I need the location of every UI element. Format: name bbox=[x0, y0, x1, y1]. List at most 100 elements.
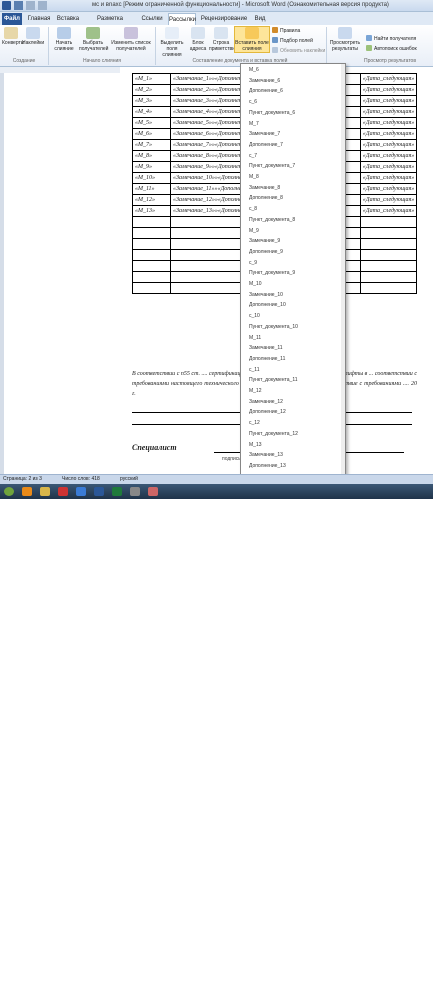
highlight-icon bbox=[165, 27, 179, 39]
merge-field-option[interactable]: c_6 bbox=[249, 99, 257, 105]
merge-field-option[interactable]: Дополнение_8 bbox=[249, 195, 283, 201]
merge-field-option[interactable]: Пункт_документа_8 bbox=[249, 217, 295, 223]
merge-field-option[interactable]: c_12 bbox=[249, 420, 260, 426]
tab-page-layout[interactable]: Разметка страницы bbox=[84, 13, 136, 34]
labels-icon bbox=[26, 27, 40, 39]
merge-field-option[interactable]: M_10 bbox=[249, 281, 262, 287]
save-icon[interactable] bbox=[14, 1, 23, 10]
address-block-button[interactable]: Блок адреса bbox=[189, 27, 207, 52]
date-field: «Дата_следующая» bbox=[362, 208, 415, 214]
merge-field-option[interactable]: Замечание_8 bbox=[249, 185, 280, 191]
greeting-line-button[interactable]: Строка приветствия bbox=[209, 27, 238, 52]
merge-field-option[interactable]: c_8 bbox=[249, 206, 257, 212]
merge-field-option[interactable]: c_10 bbox=[249, 313, 260, 319]
group-preview-label: Просмотр результатов bbox=[363, 58, 416, 64]
labels-button[interactable]: Наклейки bbox=[22, 27, 44, 46]
cell-date: «Дата_следующая» bbox=[359, 117, 418, 129]
tab-file[interactable]: Файл bbox=[2, 13, 22, 25]
merge-field-option[interactable]: Замечание_6 bbox=[249, 78, 280, 84]
tab-home[interactable]: Главная bbox=[26, 13, 52, 25]
opera-icon[interactable] bbox=[58, 487, 68, 496]
app-icon[interactable] bbox=[148, 487, 158, 496]
find-recipient-button[interactable]: Найти получателя bbox=[366, 35, 416, 42]
page-indicator[interactable]: Страница: 2 из 3 bbox=[3, 475, 42, 484]
app-icon[interactable] bbox=[76, 487, 86, 496]
tab-view[interactable]: Вид bbox=[252, 13, 268, 25]
merge-field-option[interactable]: M_8 bbox=[249, 174, 259, 180]
start-merge-button[interactable]: Начать слияние bbox=[52, 27, 76, 52]
merge-field-option[interactable]: M_6 bbox=[249, 67, 259, 73]
merge-field-option[interactable]: Замечание_9 bbox=[249, 238, 280, 244]
merge-field-option[interactable]: c_11 bbox=[249, 367, 259, 373]
merge-field-option[interactable]: M_9 bbox=[249, 228, 259, 234]
match-fields-button[interactable]: Подбор полей bbox=[272, 37, 313, 44]
browser-icon[interactable] bbox=[22, 487, 32, 496]
merge-field-option[interactable]: Дополнение_7 bbox=[249, 142, 283, 148]
merge-field-option[interactable]: M_7 bbox=[249, 121, 259, 127]
cell-remark: «Замечание_5»»«Дополнен» bbox=[170, 117, 251, 129]
signature-caption: подпись bbox=[222, 456, 241, 462]
highlight-merge-fields-button[interactable]: Выделить поля слияния bbox=[157, 27, 187, 58]
merge-field-option[interactable]: Дополнение_11 bbox=[249, 356, 285, 362]
merge-field-option[interactable]: Замечание_7 bbox=[249, 131, 280, 137]
language-indicator[interactable]: русский bbox=[120, 475, 138, 484]
tab-mailings[interactable]: Рассылки bbox=[168, 13, 196, 25]
date-field: «Дата_следующая» bbox=[362, 76, 415, 82]
dropdown-scrollbar[interactable] bbox=[341, 64, 345, 485]
undo-icon[interactable] bbox=[26, 1, 35, 10]
merge-field-option[interactable]: M_11 bbox=[249, 335, 261, 341]
update-labels-button[interactable]: Обновить наклейки bbox=[272, 47, 325, 54]
cell-remark: «Замечание_10»»«Дополнен» bbox=[170, 172, 251, 184]
word-count[interactable]: Число слов: 418 bbox=[62, 475, 100, 484]
merge-field-option[interactable]: M_12 bbox=[249, 388, 262, 394]
merge-field-option[interactable]: Дополнение_13 bbox=[249, 463, 286, 469]
insert-merge-field-button[interactable]: Вставить поле слияния bbox=[234, 26, 270, 53]
rules-button[interactable]: Правила bbox=[272, 27, 300, 34]
merge-field-option[interactable]: M_13 bbox=[249, 442, 262, 448]
date-field: «Дата_следующая» bbox=[362, 142, 415, 148]
merge-field-option[interactable]: c_9 bbox=[249, 260, 257, 266]
merge-field-option[interactable]: Пункт_документа_12 bbox=[249, 431, 298, 437]
cell-m: «М_9» bbox=[132, 161, 171, 173]
merge-field-option[interactable]: Дополнение_10 bbox=[249, 302, 286, 308]
folder-icon[interactable] bbox=[40, 487, 50, 496]
word-taskbar-icon[interactable] bbox=[94, 487, 104, 496]
preview-results-button[interactable]: Просмотреть результаты bbox=[328, 27, 362, 52]
merge-field-option[interactable]: c_7 bbox=[249, 153, 257, 159]
merge-field-option[interactable]: Пункт_документа_7 bbox=[249, 163, 295, 169]
merge-field-option[interactable]: Дополнение_12 bbox=[249, 409, 286, 415]
excel-taskbar-icon[interactable] bbox=[112, 487, 122, 496]
cell-remark: «Замечание_1»»«Дополнен» bbox=[170, 73, 251, 85]
document-area[interactable]: «М_1» «Замечание_1»»«Дополнен» «Дата_следу… bbox=[4, 73, 433, 474]
cell-remark: «Замечание_6»»«Дополнен» bbox=[170, 128, 251, 140]
update-labels-label: Обновить наклейки bbox=[280, 48, 326, 54]
cell-date: «Дата_следующая» bbox=[359, 183, 418, 195]
merge-field-dropdown[interactable]: M_6 Замечание_6 Дополнение_6 c_6 Пункт_докум… bbox=[240, 63, 346, 486]
merge-field-option[interactable]: Дополнение_9 bbox=[249, 249, 283, 255]
merge-field-option[interactable]: Пункт_документа_11 bbox=[249, 377, 298, 383]
auto-check-errors-button[interactable]: Автопоиск ошибок bbox=[366, 45, 417, 52]
greeting-icon bbox=[214, 27, 228, 39]
merge-field-option[interactable]: Пункт_документа_6 bbox=[249, 110, 295, 116]
tab-insert[interactable]: Вставка bbox=[55, 13, 81, 25]
word-icon[interactable] bbox=[2, 1, 11, 10]
envelopes-button[interactable]: Конверты bbox=[2, 27, 24, 46]
merge-field-option[interactable]: Замечание_11 bbox=[249, 345, 283, 351]
merge-field-option[interactable]: Замечание_12 bbox=[249, 399, 283, 405]
merge-field-option[interactable]: Замечание_13 bbox=[249, 452, 283, 458]
redo-icon[interactable] bbox=[38, 1, 47, 10]
tab-review[interactable]: Рецензирование bbox=[199, 13, 249, 25]
check-icon bbox=[366, 45, 372, 51]
tab-references[interactable]: Ссылки bbox=[139, 13, 165, 25]
merge-field-option[interactable]: Пункт_документа_10 bbox=[249, 324, 298, 330]
merge-field-option[interactable]: Дополнение_6 bbox=[249, 88, 283, 94]
cell-m: «М_12» bbox=[132, 194, 171, 206]
merge-field-option[interactable]: Пункт_документа_9 bbox=[249, 270, 295, 276]
edit-recipient-list-button[interactable]: Изменить список получателей bbox=[110, 27, 152, 52]
cell-date: «Дата_следующая» bbox=[359, 172, 418, 184]
start-icon[interactable] bbox=[4, 487, 14, 496]
merge-field-option[interactable]: Замечание_10 bbox=[249, 292, 283, 298]
app-icon[interactable] bbox=[130, 487, 140, 496]
select-recipients-button[interactable]: Выбрать получателей bbox=[79, 27, 108, 52]
cell-date: «Дата_следующая» bbox=[359, 106, 418, 118]
